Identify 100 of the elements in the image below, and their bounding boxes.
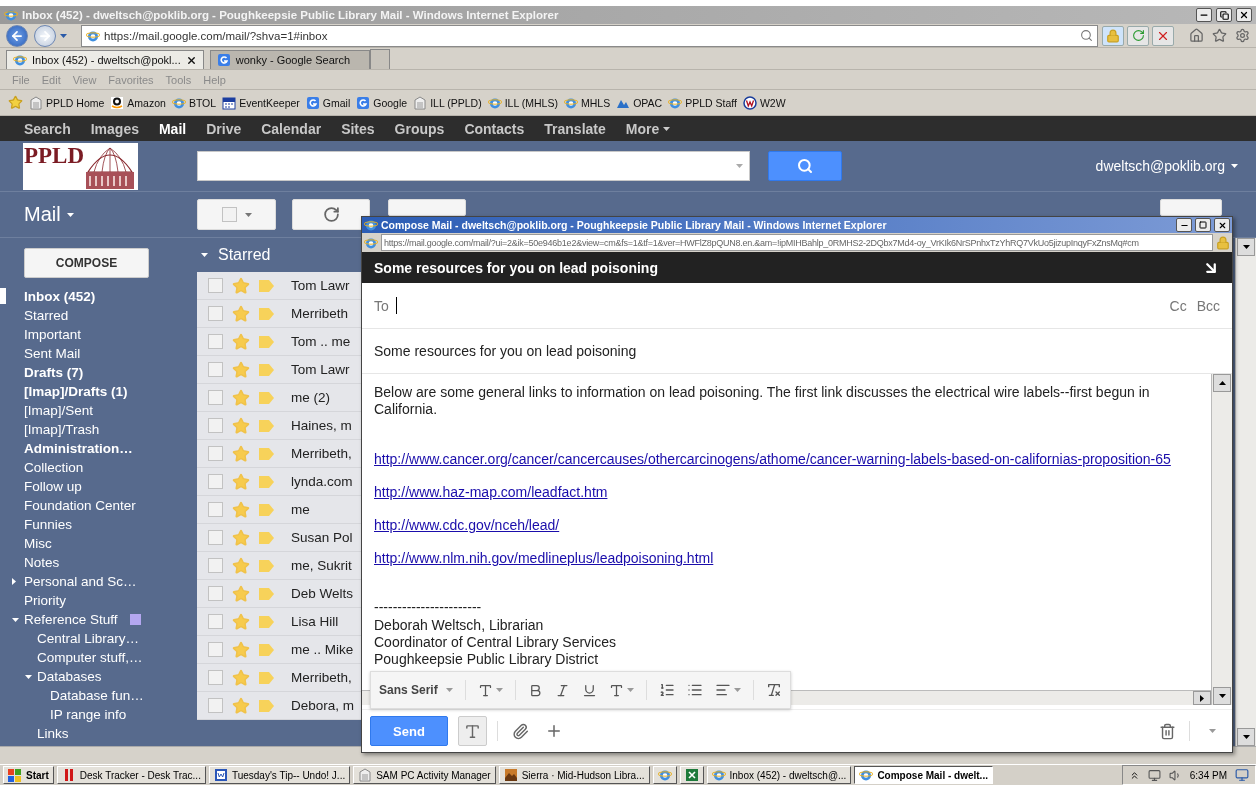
checkbox[interactable] (208, 446, 223, 461)
refresh-button[interactable] (1127, 25, 1149, 46)
top-nav-link[interactable]: Translate (544, 120, 606, 137)
sender-name[interactable]: Merribeth, (291, 670, 352, 685)
recipient-field[interactable]: To Cc Bcc (362, 283, 1232, 329)
link[interactable]: http://www.cdc.gov/nceh/lead/ (374, 517, 560, 533)
star-icon[interactable] (232, 388, 250, 407)
folder-label[interactable]: Computer stuff,… (37, 650, 143, 665)
sender-name[interactable]: me (291, 502, 310, 517)
folder-label[interactable]: Priority (24, 593, 66, 608)
caret-icon[interactable] (25, 674, 32, 679)
sender-name[interactable]: Merribeth (291, 306, 349, 321)
top-nav-link[interactable]: More (625, 120, 660, 137)
link[interactable]: http://www.cancer.org/cancer/cancercauses/othercarcinogens/athome/cancer-warning-labels-based-on-californias-proposition-65 (374, 451, 1171, 467)
sender-name[interactable]: Tom .. me (291, 334, 351, 349)
top-nav-link[interactable]: Groups (394, 120, 445, 137)
folder-label[interactable]: Links (37, 726, 69, 741)
close-button[interactable] (1214, 218, 1230, 232)
taskbar-button[interactable]: Inbox (452) - dweltsch@... (706, 766, 852, 784)
close-button[interactable] (1236, 8, 1252, 22)
browser-tab[interactable]: Inbox (452) - dweltsch@pokl... (6, 50, 204, 69)
sender-name[interactable]: Tom Lawr (291, 362, 350, 377)
taskbar-button[interactable]: Compose Mail - dwelt... (854, 766, 993, 784)
label-tag-icon[interactable] (259, 531, 274, 544)
folder-label[interactable]: Inbox (452) (24, 289, 96, 304)
taskbar-button[interactable]: Desk Tracker - Desk Trac... (56, 766, 206, 784)
maximize-button[interactable] (1195, 218, 1211, 232)
home-icon[interactable] (1189, 28, 1204, 43)
favorites-star-icon[interactable] (8, 95, 23, 110)
folder-label[interactable]: [Imap]/Trash (24, 422, 100, 437)
folder-label[interactable]: Starred (24, 308, 69, 323)
folder-label[interactable]: Misc (24, 536, 52, 551)
checkbox[interactable] (208, 474, 223, 489)
checkbox[interactable] (208, 390, 223, 405)
folder-label[interactable]: Central Library… (37, 631, 140, 646)
folder-label[interactable]: Sent Mail (24, 346, 81, 361)
star-icon[interactable] (232, 640, 250, 659)
star-icon[interactable] (232, 696, 250, 715)
top-nav-link[interactable]: Search (24, 120, 71, 137)
label-tag-icon[interactable] (259, 503, 274, 516)
label-tag-icon[interactable] (259, 559, 274, 572)
folder-label[interactable]: [Imap]/Drafts (1) (24, 384, 128, 399)
select-button[interactable] (197, 199, 276, 230)
label-tag-icon[interactable] (259, 447, 274, 460)
checkbox[interactable] (208, 642, 223, 657)
checkbox[interactable] (208, 614, 223, 629)
sender-name[interactable]: me (2) (291, 390, 330, 405)
compose-button[interactable]: COMPOSE (24, 248, 149, 278)
folder-label[interactable]: Personal and Sc… (24, 574, 137, 589)
star-icon[interactable] (232, 360, 250, 379)
star-icon[interactable] (232, 556, 250, 575)
folder-label[interactable]: Collection (24, 460, 84, 475)
folder-label[interactable]: Database fun… (50, 688, 144, 703)
underline-button[interactable] (581, 682, 597, 698)
star-icon[interactable] (232, 500, 250, 519)
taskbar-button[interactable]: SAM PC Activity Manager (353, 766, 496, 784)
star-icon[interactable] (232, 528, 250, 547)
favorite-link[interactable]: Gmail (322, 96, 351, 109)
caret-icon[interactable] (12, 578, 16, 585)
folder-label[interactable]: Important (24, 327, 82, 342)
more-button[interactable] (388, 199, 466, 216)
checkbox[interactable] (208, 418, 223, 433)
favorite-link[interactable]: ILL (MHLS) (504, 96, 558, 109)
label-tag-icon[interactable] (259, 671, 274, 684)
label-tag-icon[interactable] (259, 615, 274, 628)
folder-label[interactable]: Follow up (24, 479, 82, 494)
star-icon[interactable] (232, 472, 250, 491)
account-name[interactable]: dweltsch@poklib.org (1095, 158, 1225, 174)
folder-label[interactable]: Drafts (7) (24, 365, 84, 380)
stop-button[interactable] (1152, 25, 1174, 46)
app-switcher[interactable]: Mail (24, 203, 61, 226)
body-scrollbar[interactable] (1211, 374, 1232, 705)
bcc-link[interactable]: Bcc (1196, 297, 1220, 314)
address-field[interactable]: https://mail.google.com/mail/?ui=2&ik=50e946b1e2&view=cm&fs=1&tf=1&ver=HWFlZ8pQUN8.en.&am=!ipMIHBahlp_0RMHS2-2DQbx7Md4-oy_VrKIk6NrSPnhxTzYhRQ7VkUo5jizupInqyFxZnsMq#cm (381, 234, 1213, 251)
bulleted-list-button[interactable] (686, 682, 703, 698)
favorite-link[interactable]: EventKeeper (239, 96, 300, 109)
page-scrollbar[interactable] (1235, 238, 1256, 746)
label-tag-icon[interactable] (259, 699, 274, 712)
align-button[interactable] (714, 682, 741, 698)
italic-button[interactable] (554, 682, 570, 698)
caret-icon[interactable] (12, 617, 19, 622)
checkbox[interactable] (208, 502, 223, 517)
star-icon[interactable] (232, 416, 250, 435)
checkbox[interactable] (208, 670, 223, 685)
remove-formatting-button[interactable] (765, 682, 782, 698)
favorite-link[interactable]: Google (373, 96, 408, 109)
back-button[interactable] (6, 24, 28, 47)
label-tag-icon[interactable] (259, 279, 274, 292)
star-icon[interactable] (232, 332, 250, 351)
checkbox[interactable] (208, 362, 223, 377)
favorite-link[interactable]: ILL (PPLD) (430, 96, 482, 109)
desktop-icon[interactable] (1235, 768, 1249, 782)
label-tag-icon[interactable] (259, 363, 274, 376)
lock-button[interactable] (1102, 25, 1124, 46)
label-tag-icon[interactable] (259, 391, 274, 404)
label-tag-icon[interactable] (259, 475, 274, 488)
sender-name[interactable]: Lisa Hill (291, 614, 339, 629)
section-title[interactable]: Starred (218, 246, 271, 264)
sender-name[interactable]: Merribeth, (291, 446, 352, 461)
text-color-button[interactable] (608, 682, 634, 698)
